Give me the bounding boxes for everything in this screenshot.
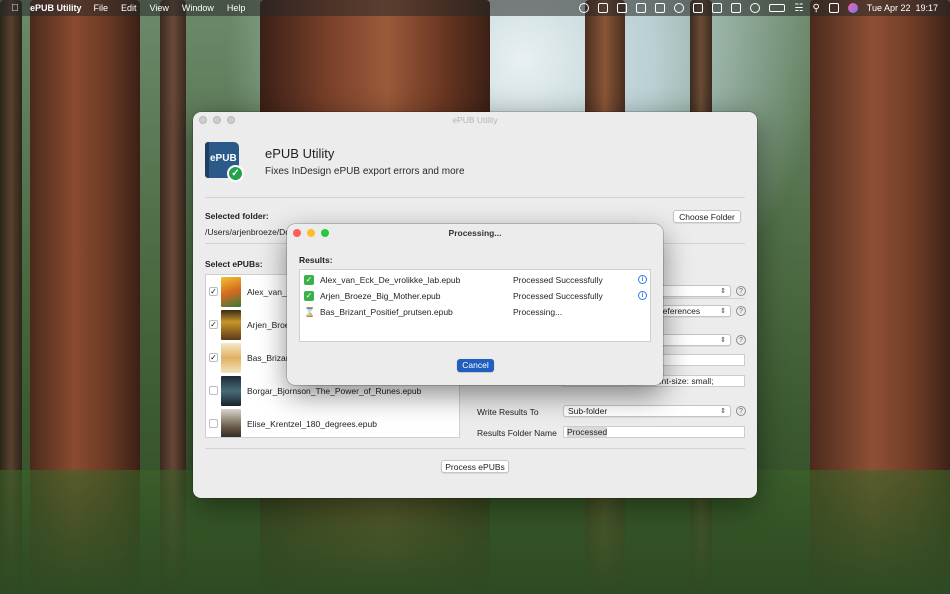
- results-list[interactable]: ✓ Alex_van_Eck_De_vrolikke_lab.epub Proc…: [299, 269, 651, 342]
- hourglass-icon: ⌛: [304, 307, 316, 317]
- menu-file[interactable]: File: [94, 3, 109, 13]
- results-folder-label: Results Folder Name: [477, 428, 557, 438]
- window-title: ePUB Utility: [452, 115, 498, 125]
- status-tray: ☵ ⚲ Tue Apr 22 19:17: [579, 3, 950, 14]
- menu-edit[interactable]: Edit: [121, 3, 137, 13]
- menu-help[interactable]: Help: [227, 3, 246, 13]
- select-epubs-label: Select ePUBs:: [205, 259, 263, 269]
- epub-name: Bas_Brizan: [247, 353, 291, 363]
- divider: [205, 197, 745, 198]
- write-results-label: Write Results To: [477, 407, 539, 417]
- chevron-updown-icon: ⇕: [720, 337, 726, 344]
- control-center-icon[interactable]: [828, 3, 839, 13]
- result-row[interactable]: ✓ Alex_van_Eck_De_vrolikke_lab.epub Proc…: [300, 272, 652, 288]
- results-folder-value: Processed: [567, 427, 608, 437]
- list-item[interactable]: Elise_Krentzel_180_degrees.epub: [206, 407, 459, 437]
- help-icon[interactable]: ?: [736, 286, 746, 296]
- dialog-title: Processing...: [448, 228, 502, 238]
- write-results-value: Sub-folder: [568, 406, 608, 416]
- menu-app-name[interactable]: ePUB Utility: [30, 3, 82, 13]
- epub-checkbox[interactable]: ✓: [209, 320, 218, 329]
- result-status: Processing...: [513, 307, 563, 317]
- book-cover-image: [221, 409, 241, 437]
- cloud-sync-icon[interactable]: [636, 3, 647, 13]
- record-icon[interactable]: [579, 3, 590, 13]
- epub-name: Alex_van_E: [247, 287, 293, 297]
- epub-checkbox[interactable]: ✓: [209, 353, 218, 362]
- write-results-select[interactable]: Sub-folder ⇕: [563, 405, 731, 417]
- book-cover-image: [221, 310, 241, 340]
- app-header: ePUB ✓ ePUB Utility Fixes InDesign ePUB …: [205, 140, 745, 198]
- help-icon[interactable]: ?: [736, 406, 746, 416]
- selected-folder-label: Selected folder:: [205, 211, 269, 221]
- choose-folder-button[interactable]: Choose Folder: [673, 210, 741, 223]
- success-check-icon: ✓: [304, 291, 314, 301]
- dialog-titlebar[interactable]: Processing...: [287, 224, 663, 242]
- epub-checkbox[interactable]: [209, 419, 218, 428]
- success-check-icon: ✓: [304, 275, 314, 285]
- epub-name: Borgar_Bjornson_The_Power_of_Runes.epub: [247, 386, 422, 396]
- result-row[interactable]: ✓ Arjen_Broeze_Big_Mother.epub Processed…: [300, 288, 652, 304]
- menu-view[interactable]: View: [150, 3, 169, 13]
- chevron-updown-icon: ⇕: [720, 308, 726, 315]
- checkmark-icon: ✓: [227, 165, 244, 182]
- book-cover-image: [221, 376, 241, 406]
- epub-app-icon: ePUB ✓: [205, 142, 245, 182]
- time-machine-icon[interactable]: [750, 3, 761, 13]
- vpn-shield-icon[interactable]: [674, 3, 685, 13]
- app-subtitle: Fixes InDesign ePUB export errors and mo…: [265, 166, 465, 177]
- battery-icon[interactable]: [769, 4, 786, 12]
- siri-icon[interactable]: [847, 3, 858, 13]
- screenshot-icon[interactable]: [598, 3, 609, 13]
- window-titlebar[interactable]: ePUB Utility: [193, 112, 757, 128]
- chevron-updown-icon: ⇕: [720, 288, 726, 295]
- process-epubs-button[interactable]: Process ePUBs: [441, 460, 509, 473]
- result-row[interactable]: ⌛ Bas_Brizant_Positief_prutsen.epub Proc…: [300, 304, 652, 320]
- spotlight-search-icon[interactable]: ⚲: [812, 3, 819, 14]
- results-label: Results:: [299, 255, 333, 265]
- image-icon[interactable]: [712, 3, 723, 13]
- chevron-updown-icon: ⇕: [720, 408, 726, 415]
- wifi-icon[interactable]: ☵: [794, 3, 803, 14]
- epub-name: Elise_Krentzel_180_degrees.epub: [247, 419, 377, 429]
- selected-folder-path: /Users/arjenbroeze/Do: [205, 227, 291, 237]
- results-folder-input[interactable]: Processed: [563, 426, 745, 438]
- epub-checkbox[interactable]: ✓: [209, 287, 218, 296]
- result-file: Bas_Brizant_Positief_prutsen.epub: [320, 307, 453, 317]
- result-file: Arjen_Broeze_Big_Mother.epub: [320, 291, 441, 301]
- result-status: Processed Successfully: [513, 291, 603, 301]
- app-tray-icon[interactable]: [617, 3, 628, 13]
- menu-window[interactable]: Window: [182, 3, 214, 13]
- bookmark-icon[interactable]: [693, 3, 704, 13]
- epub-checkbox[interactable]: [209, 386, 218, 395]
- book-cover-image: [221, 277, 241, 307]
- info-icon[interactable]: i: [638, 291, 647, 300]
- apple-icon[interactable]: : [0, 3, 30, 14]
- book-cover-image: [221, 343, 241, 373]
- divider: [205, 448, 745, 449]
- help-icon[interactable]: ?: [736, 306, 746, 316]
- help-icon[interactable]: ?: [736, 335, 746, 345]
- icon-label: ePUB: [210, 153, 237, 164]
- cancel-button[interactable]: Cancel: [457, 359, 494, 372]
- menubar-clock[interactable]: Tue Apr 22 19:17: [867, 3, 938, 13]
- result-status: Processed Successfully: [513, 275, 603, 285]
- clipboard-icon[interactable]: [655, 3, 666, 13]
- mail-icon[interactable]: [731, 3, 742, 13]
- epub-name: Arjen_Broe: [247, 320, 290, 330]
- info-icon[interactable]: i: [638, 275, 647, 284]
- menu-bar:  ePUB Utility File Edit View Window Hel…: [0, 0, 950, 16]
- result-file: Alex_van_Eck_De_vrolikke_lab.epub: [320, 275, 461, 285]
- app-title: ePUB Utility: [265, 146, 335, 161]
- processing-dialog: Processing... Results: ✓ Alex_van_Eck_De…: [287, 224, 663, 385]
